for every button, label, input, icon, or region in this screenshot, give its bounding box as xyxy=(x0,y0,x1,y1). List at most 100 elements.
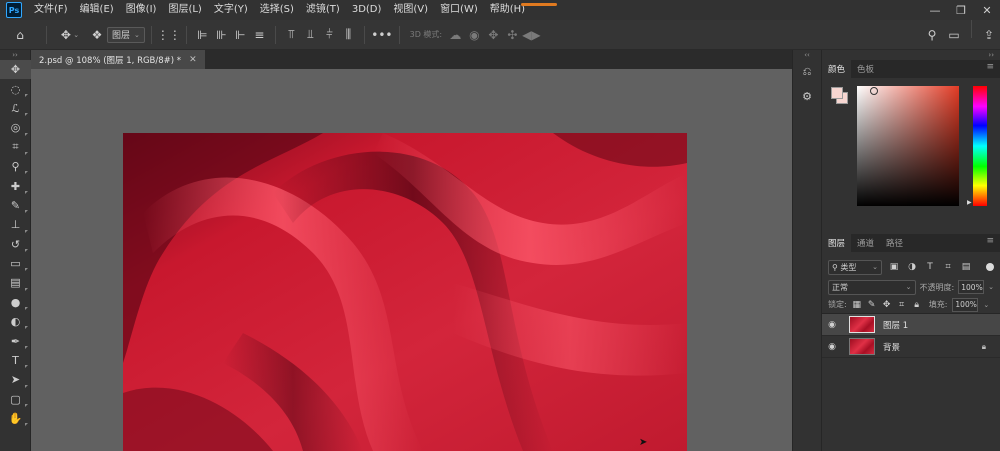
auto-select-icon[interactable]: ❖ xyxy=(87,20,107,50)
document-image[interactable] xyxy=(123,133,687,451)
pixel-filter-icon[interactable]: ▣ xyxy=(888,262,900,272)
menu-edit[interactable]: 编辑(E) xyxy=(74,0,120,20)
menu-layer[interactable]: 图层(L) xyxy=(162,0,207,20)
hand-tool[interactable]: ✋ xyxy=(0,409,31,428)
collapse-arrows-icon[interactable]: ‹‹ xyxy=(793,50,821,60)
lock-position-icon[interactable]: ✥ xyxy=(882,300,892,310)
eyedropper-icon: ⚲ xyxy=(11,160,20,174)
gradient-tool[interactable]: ▤ xyxy=(0,273,31,292)
eraser-tool[interactable]: ▭ xyxy=(0,254,31,273)
history-brush-tool[interactable]: ↺ xyxy=(0,235,31,254)
lock-all-icon[interactable]: 🔒︎ xyxy=(912,300,922,310)
menu-3d[interactable]: 3D(D) xyxy=(346,0,388,20)
minimize-button[interactable]: — xyxy=(922,0,948,20)
crop-icon: ⌗ xyxy=(12,140,19,154)
menu-select[interactable]: 选择(S) xyxy=(254,0,300,20)
align-top-icon[interactable]: ≡ xyxy=(250,20,269,50)
menu-view[interactable]: 视图(V) xyxy=(387,0,434,20)
blur-tool[interactable]: ● xyxy=(0,293,31,312)
type-tool[interactable]: T xyxy=(0,351,31,370)
align-left-icon[interactable]: ⊫ xyxy=(193,20,212,50)
close-button[interactable]: ✕ xyxy=(974,0,1000,20)
menu-file[interactable]: 文件(F) xyxy=(28,0,74,20)
distribute-top-icon[interactable]: ⫪ xyxy=(282,20,301,50)
collapse-arrows-icon[interactable]: ›› xyxy=(0,50,30,60)
properties-panel-icon[interactable]: ⚙ xyxy=(793,84,821,108)
tab-paths[interactable]: 路径 xyxy=(880,234,909,252)
path-select-tool[interactable]: ➤ xyxy=(0,370,31,389)
home-icon[interactable]: ⌂ xyxy=(0,20,40,50)
dodge-tool[interactable]: ◐ xyxy=(0,312,31,331)
brush-icon: ✎ xyxy=(10,198,21,212)
healing-tool[interactable]: ✚ xyxy=(0,176,31,195)
tab-channels[interactable]: 通道 xyxy=(851,234,880,252)
share-icon[interactable]: ⇪ xyxy=(978,20,1000,50)
restore-button[interactable]: ❐ xyxy=(948,0,974,20)
adjustment-filter-icon[interactable]: ◑ xyxy=(906,262,918,272)
panel-menu-icon[interactable]: ≡ xyxy=(986,236,994,246)
more-options-icon[interactable]: ••• xyxy=(371,20,393,50)
pen-tool[interactable]: ✒ xyxy=(0,331,31,350)
brush-tool[interactable]: ✎ xyxy=(0,196,31,215)
chevron-down-icon[interactable]: ⌄ xyxy=(983,301,989,309)
hue-slider-handle[interactable]: ▶ xyxy=(967,199,972,206)
layer-row[interactable]: ◉ 图层 1 xyxy=(822,314,1000,336)
hue-slider[interactable] xyxy=(973,86,987,206)
divider xyxy=(46,25,47,44)
layer-filter-dropdown[interactable]: ⚲ 类型 ⌄ xyxy=(828,259,882,275)
canvas-area[interactable]: ➤ xyxy=(31,69,792,451)
menu-type[interactable]: 文字(Y) xyxy=(208,0,254,20)
chevron-down-icon[interactable]: ⌄ xyxy=(988,283,994,291)
eyedropper-tool[interactable]: ⚲ xyxy=(0,157,31,176)
tab-layers[interactable]: 图层 xyxy=(822,234,852,252)
smart-object-filter-icon[interactable]: ▤ xyxy=(960,262,972,272)
crop-tool[interactable]: ⌗ xyxy=(0,138,31,157)
saturation-value-picker[interactable] xyxy=(857,86,959,206)
color-picker-marker[interactable] xyxy=(870,87,878,95)
quick-select-tool[interactable]: ◎ xyxy=(0,118,31,137)
eye-icon[interactable]: ◉ xyxy=(822,342,842,352)
layer-row[interactable]: ◉ 背景 🔒︎ xyxy=(822,336,1000,358)
shape-tool[interactable]: ▢ xyxy=(0,390,31,409)
move-tool[interactable]: ✥ xyxy=(0,60,31,80)
distribute-bottom-icon[interactable]: ⫩ xyxy=(320,20,339,50)
lock-row: 锁定: ▦ ✎ ✥ ⌗ 🔒︎ 填充: 100% ⌄ xyxy=(822,296,1000,314)
blend-mode-dropdown[interactable]: 正常 ⌄ xyxy=(828,279,916,295)
search-icon[interactable]: ⚲ xyxy=(921,20,943,50)
move-tool-preset-icon[interactable]: ✥ ⌄ xyxy=(53,20,87,50)
tab-swatches[interactable]: 色板 xyxy=(851,60,880,78)
marquee-tool[interactable]: ◌ xyxy=(0,79,31,98)
filter-toggle[interactable] xyxy=(986,263,994,271)
lasso-tool[interactable]: ℒ xyxy=(0,99,31,118)
align-center-h-icon[interactable]: ⊪ xyxy=(212,20,231,50)
color-panel-tabs: 颜色 色板 ≡ xyxy=(822,60,1000,78)
lock-transparent-icon[interactable]: ▦ xyxy=(852,300,862,310)
menu-window[interactable]: 窗口(W) xyxy=(434,0,484,20)
type-filter-icon[interactable]: T xyxy=(924,262,936,272)
fill-input[interactable]: 100% xyxy=(952,297,979,312)
eye-icon[interactable]: ◉ xyxy=(822,320,842,330)
workspace-icon[interactable]: ▭ xyxy=(943,20,965,50)
move-icon: ✥ xyxy=(10,63,21,77)
history-panel-icon[interactable]: ⎌ xyxy=(793,60,821,84)
menu-image[interactable]: 图像(I) xyxy=(120,0,163,20)
opacity-input[interactable]: 100% xyxy=(958,280,985,294)
align-right-icon[interactable]: ⊩ xyxy=(231,20,250,50)
distribute-center-icon[interactable]: ⫫ xyxy=(301,20,320,50)
distribute-left-icon[interactable]: ⫼ xyxy=(339,20,358,50)
panel-menu-icon[interactable]: ≡ xyxy=(986,62,994,72)
layer-thumbnail xyxy=(849,316,875,333)
tab-color[interactable]: 颜色 xyxy=(822,60,852,78)
collapse-arrows-icon[interactable]: ›› xyxy=(822,50,1000,60)
lock-artboard-icon[interactable]: ⌗ xyxy=(897,300,907,310)
foreground-color-swatch[interactable] xyxy=(831,87,843,99)
shape-filter-icon[interactable]: ⌗ xyxy=(942,262,954,272)
lock-image-icon[interactable]: ✎ xyxy=(867,300,877,310)
document-tab[interactable]: 2.psd @ 108% (图层 1, RGB/8#) * ✕ xyxy=(31,50,205,69)
transform-controls-icon[interactable]: ⋮⋮ xyxy=(157,20,181,50)
auto-select-target-dropdown[interactable]: 图层 ⌄ xyxy=(107,26,145,43)
close-tab-icon[interactable]: ✕ xyxy=(189,55,197,65)
menu-filter[interactable]: 滤镜(T) xyxy=(300,0,346,20)
stamp-tool[interactable]: ⊥ xyxy=(0,215,31,234)
search-icon: ⚲ xyxy=(832,262,838,272)
